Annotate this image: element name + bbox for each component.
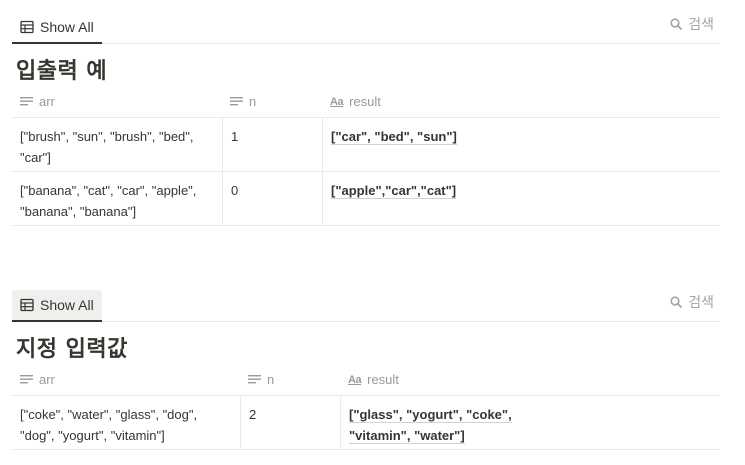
cell-result-text: ["car", "bed", "sun"] — [331, 129, 457, 145]
column-label: n — [249, 94, 257, 109]
text-lines-icon — [230, 97, 243, 106]
column-header-result[interactable]: Aa result — [340, 364, 720, 395]
column-header-result[interactable]: Aa result — [322, 86, 720, 117]
view-bar-1: Show All 검색 — [12, 0, 720, 44]
cell-result-text: ["apple","car","cat"] — [331, 183, 457, 199]
column-label: n — [267, 372, 275, 387]
table-header: arr n Aa result — [12, 364, 720, 396]
column-header-n[interactable]: n — [222, 86, 322, 117]
column-header-n[interactable]: n — [240, 364, 340, 395]
text-lines-icon — [20, 97, 33, 106]
aa-icon: Aa — [330, 95, 344, 108]
cell-result[interactable]: ["car", "bed", "sun"] — [322, 118, 720, 171]
search-button-2[interactable]: 검색 — [670, 292, 714, 312]
cell-result[interactable]: ["glass", "yogurt", "coke", "vitamin", "… — [340, 396, 520, 449]
search-icon — [670, 18, 683, 30]
column-header-arr[interactable]: arr — [12, 364, 240, 395]
column-label: result — [367, 372, 399, 387]
table-1: arr n Aa result ["brush", "sun", "brush"… — [12, 86, 720, 226]
cell-result[interactable]: ["apple","car","cat"] — [322, 172, 720, 225]
view-tab-show-all-1[interactable]: Show All — [12, 12, 102, 44]
view-tab-show-all-2[interactable]: Show All — [12, 290, 102, 322]
table-row[interactable]: ["coke", "water", "glass", "dog", "dog",… — [12, 396, 720, 450]
search-label: 검색 — [688, 294, 714, 310]
table-2: arr n Aa result ["coke", "water", "glass… — [12, 364, 720, 450]
column-label: arr — [39, 372, 55, 387]
view-tab-label: Show All — [40, 19, 94, 35]
table-header: arr n Aa result — [12, 86, 720, 118]
search-label: 검색 — [688, 16, 714, 32]
cell-n[interactable]: 0 — [222, 172, 322, 225]
text-lines-icon — [20, 375, 33, 384]
search-icon — [670, 296, 683, 308]
view-bar-2: Show All 검색 — [12, 278, 720, 322]
column-label: arr — [39, 94, 55, 109]
search-button-1[interactable]: 검색 — [670, 14, 714, 34]
page-title-1: 입출력 예 — [16, 59, 108, 84]
cell-n[interactable]: 2 — [240, 396, 340, 449]
view-tab-label: Show All — [40, 297, 94, 313]
table-row[interactable]: ["banana", "cat", "car", "apple", "banan… — [12, 172, 720, 226]
cell-result-text: ["glass", "yogurt", "coke", "vitamin", "… — [349, 407, 512, 444]
cell-n[interactable]: 1 — [222, 118, 322, 171]
table-icon — [20, 20, 34, 34]
table-row[interactable]: ["brush", "sun", "brush", "bed", "car"] … — [12, 118, 720, 172]
cell-arr[interactable]: ["brush", "sun", "brush", "bed", "car"] — [12, 118, 222, 171]
cell-arr[interactable]: ["coke", "water", "glass", "dog", "dog",… — [12, 396, 240, 449]
aa-icon: Aa — [348, 373, 362, 386]
table-icon — [20, 298, 34, 312]
cell-arr[interactable]: ["banana", "cat", "car", "apple", "banan… — [12, 172, 222, 225]
page-title-2: 지정 입력값 — [16, 337, 128, 362]
text-lines-icon — [248, 375, 261, 384]
column-label: result — [349, 94, 381, 109]
column-header-arr[interactable]: arr — [12, 86, 222, 117]
